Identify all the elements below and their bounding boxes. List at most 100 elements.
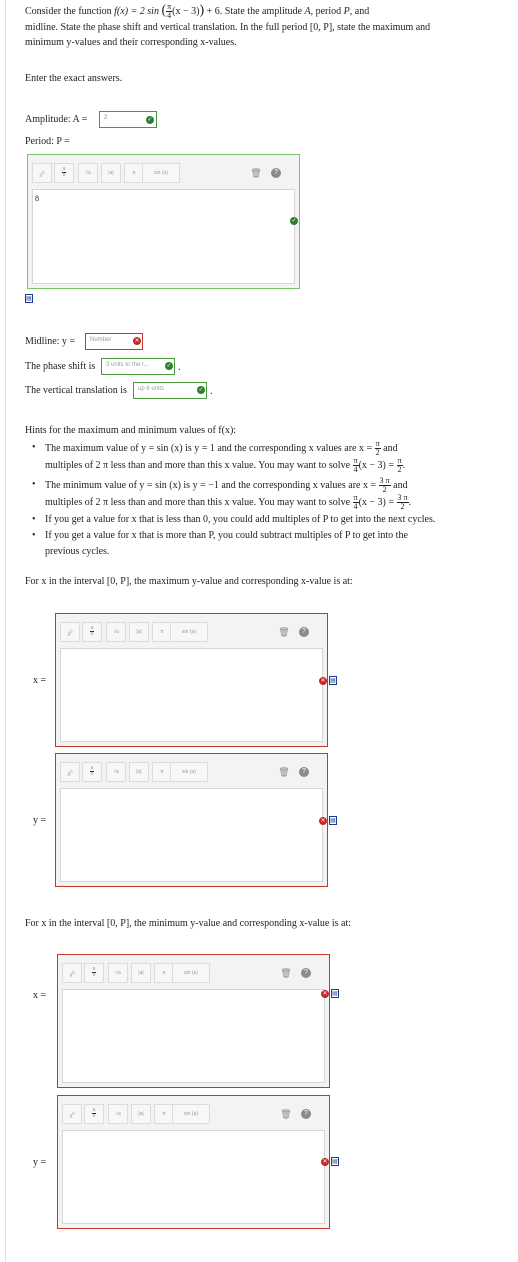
x-circle-icon: ✕	[321, 1158, 329, 1166]
check-circle-icon: ✓	[165, 362, 173, 370]
period-math-editor[interactable]: ab ab √a |a| π sin (a) 🗑 ? 8	[27, 154, 300, 289]
min-y-label: y =	[33, 1157, 47, 1168]
sin-button[interactable]: sin (a)	[142, 163, 180, 183]
help-icon[interactable]: ?	[266, 163, 286, 183]
help-icon[interactable]: ?	[296, 963, 316, 983]
preview-icon[interactable]: ▤	[329, 676, 337, 685]
hints-list: The maximum value of y = sin (x) is y = …	[25, 440, 443, 560]
abs-button[interactable]: |a|	[101, 163, 121, 183]
x-circle-icon: ✕	[319, 817, 327, 825]
midline-placeholder: Number	[90, 337, 112, 343]
fraction-button[interactable]: ab	[82, 762, 102, 782]
vertical-translation-select[interactable]: up 6 units	[133, 382, 207, 399]
pi-button[interactable]: π	[154, 1104, 174, 1124]
phase-shift-label: The phase shift is	[25, 361, 96, 372]
min-y-math-editor[interactable]: ab ab √a |a| π sin (a) 🗑 ?	[57, 1095, 330, 1229]
max-x-math-editor[interactable]: ab ab √a |a| π sin (a) 🗑 ?	[55, 613, 328, 747]
sqrt-button[interactable]: √a	[106, 622, 126, 642]
pi-button[interactable]: π	[152, 622, 172, 642]
help-icon[interactable]: ?	[294, 622, 314, 642]
check-circle-icon: ✓	[290, 217, 298, 225]
trash-icon[interactable]: 🗑	[276, 963, 296, 983]
fraction-button[interactable]: ab	[54, 163, 74, 183]
pi-button[interactable]: π	[124, 163, 144, 183]
abs-button[interactable]: |a|	[129, 762, 149, 782]
hints-title: Hints for the maximum and minimum values…	[25, 425, 237, 436]
power-button[interactable]: ab	[32, 163, 52, 183]
question-text-line2: midline. State the phase shift and verti…	[25, 22, 431, 33]
preview-icon[interactable]: ▤	[331, 989, 339, 998]
x-circle-icon: ✕	[321, 990, 329, 998]
max-x-label: x =	[33, 675, 47, 686]
period-dot: .	[210, 386, 213, 397]
trash-icon[interactable]: 🗑	[276, 1104, 296, 1124]
power-button[interactable]: ab	[60, 762, 80, 782]
period-answer-area[interactable]: 8	[32, 189, 295, 284]
math-toolbar: ab ab √a |a| π sin (a) 🗑 ?	[56, 614, 327, 648]
sin-button[interactable]: sin (a)	[170, 622, 208, 642]
abs-button[interactable]: |a|	[131, 1104, 151, 1124]
max-y-label: y =	[33, 815, 47, 826]
max-x-answer-area[interactable]	[60, 648, 323, 742]
min-x-math-editor[interactable]: ab ab √a |a| π sin (a) 🗑 ?	[57, 954, 330, 1088]
hint-item: If you get a value for x that is less th…	[25, 512, 443, 528]
phase-shift-value: 3 units to the r...	[106, 362, 149, 368]
sin-button[interactable]: sin (a)	[172, 1104, 210, 1124]
period-value: 8	[35, 194, 39, 203]
trash-icon[interactable]: 🗑	[274, 762, 294, 782]
abs-button[interactable]: |a|	[131, 963, 151, 983]
math-toolbar: ab ab √a |a| π sin (a) 🗑 ?	[58, 955, 329, 989]
pi-button[interactable]: π	[152, 762, 172, 782]
fraction-button[interactable]: ab	[84, 1104, 104, 1124]
help-icon[interactable]: ?	[296, 1104, 316, 1124]
question-text-line3: minimum y-values and their corresponding…	[25, 37, 237, 48]
preview-icon[interactable]: ▤	[331, 1157, 339, 1166]
x-circle-icon: ✕	[133, 337, 141, 345]
math-toolbar: ab ab √a |a| π sin (a) 🗑 ?	[28, 155, 299, 189]
sin-button[interactable]: sin (a)	[172, 963, 210, 983]
hint-item: The maximum value of y = sin (x) is y = …	[25, 440, 443, 474]
help-icon[interactable]: ?	[294, 762, 314, 782]
max-y-answer-area[interactable]	[60, 788, 323, 882]
abs-button[interactable]: |a|	[129, 622, 149, 642]
sqrt-button[interactable]: √a	[78, 163, 98, 183]
check-circle-icon: ✓	[197, 386, 205, 394]
question-text: Consider the function f(x) = 2 sin (π 4 (x…	[25, 2, 370, 21]
sqrt-button[interactable]: √a	[108, 963, 128, 983]
min-x-label: x =	[33, 990, 47, 1001]
math-toolbar: ab ab √a |a| π sin (a) 🗑 ?	[56, 754, 327, 788]
trash-icon[interactable]: 🗑	[274, 622, 294, 642]
power-button[interactable]: ab	[60, 622, 80, 642]
hint-item: The minimum value of y = sin (x) is y = …	[25, 477, 443, 511]
midline-label: Midline: y =	[25, 336, 76, 347]
preview-icon[interactable]: ▤	[25, 294, 33, 303]
instruction-text: Enter the exact answers.	[25, 73, 123, 84]
sqrt-button[interactable]: √a	[106, 762, 126, 782]
phase-shift-select[interactable]: 3 units to the r...	[101, 358, 175, 375]
power-button[interactable]: ab	[62, 963, 82, 983]
vertical-translation-label: The vertical translation is	[25, 385, 127, 396]
period-label: Period: P =	[25, 136, 70, 147]
pi-button[interactable]: π	[154, 963, 174, 983]
math-toolbar: ab ab √a |a| π sin (a) 🗑 ?	[58, 1096, 329, 1130]
trash-icon[interactable]: 🗑	[246, 163, 266, 183]
amplitude-label: Amplitude: A =	[25, 114, 88, 125]
check-circle-icon: ✓	[146, 116, 154, 124]
min-y-answer-area[interactable]	[62, 1130, 325, 1224]
min-prompt: For x in the interval [0, P], the minimu…	[25, 918, 352, 929]
power-button[interactable]: ab	[62, 1104, 82, 1124]
vertical-translation-value: up 6 units	[138, 386, 165, 392]
x-circle-icon: ✕	[319, 677, 327, 685]
sqrt-button[interactable]: √a	[108, 1104, 128, 1124]
fraction-button[interactable]: ab	[82, 622, 102, 642]
min-x-answer-area[interactable]	[62, 989, 325, 1083]
hint-item: If you get a value for x that is more th…	[25, 528, 443, 560]
max-y-math-editor[interactable]: ab ab √a |a| π sin (a) 🗑 ?	[55, 753, 328, 887]
fraction-button[interactable]: ab	[84, 963, 104, 983]
amplitude-value: 2	[104, 115, 108, 121]
sin-button[interactable]: sin (a)	[170, 762, 208, 782]
preview-icon[interactable]: ▤	[329, 816, 337, 825]
period-dot: .	[178, 362, 181, 373]
max-prompt: For x in the interval [0, P], the maximu…	[25, 576, 353, 587]
page-left-border	[5, 0, 6, 1262]
